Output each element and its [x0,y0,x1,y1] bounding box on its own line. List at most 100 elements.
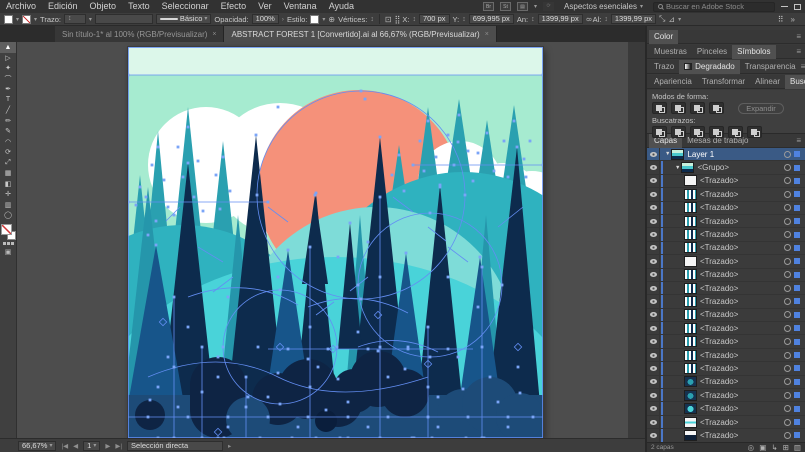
artboard[interactable] [128,47,543,438]
prev-artboard-button[interactable]: ◀ [73,442,78,450]
layer-name[interactable]: <Trazado> [700,203,738,212]
workspace-switcher[interactable]: Aspectos esenciales ▾ [560,2,647,11]
visibility-toggle[interactable] [647,215,660,227]
target-circle[interactable] [784,151,791,158]
visibility-toggle[interactable] [647,269,660,281]
opacity-field[interactable]: 100% [252,14,279,24]
pencil-tool[interactable]: ✎ [0,126,16,137]
canvas[interactable] [17,42,628,438]
eraser-tool[interactable]: ◠ [0,137,16,148]
excluir-button[interactable] [709,102,724,114]
layer-row[interactable]: <Trazado> [647,309,805,322]
width-profile-dropdown[interactable] [95,14,153,24]
close-icon[interactable]: × [485,31,489,38]
visibility-toggle[interactable] [647,362,660,374]
visibility-toggle[interactable] [647,335,660,347]
layer-name[interactable]: <Trazado> [700,391,738,400]
stroke-weight-field[interactable]: ↕ [64,14,86,24]
lasso-tool[interactable]: ⌒ [0,74,16,85]
menu-item-archivo[interactable]: Archivo [0,0,42,13]
recortar-button[interactable] [709,126,724,138]
layer-row[interactable]: <Trazado> [647,402,805,415]
status-menu-arrow[interactable]: ▸ [228,442,231,450]
visibility-toggle[interactable] [647,255,660,267]
selection-chip[interactable] [794,272,800,278]
layer-name[interactable]: <Trazado> [700,176,738,185]
panel-tab-pinceles[interactable]: Pinceles [692,45,732,59]
selection-chip[interactable] [794,379,800,385]
menos-frente-button[interactable] [671,102,686,114]
selection-chip[interactable] [794,392,800,398]
panel-tab-alinear[interactable]: Alinear [750,75,785,89]
panel-tab-símbolos[interactable]: Símbolos [732,45,775,59]
window-minimize-button[interactable] [781,6,788,7]
layer-row[interactable]: <Trazado> [647,188,805,201]
chevron-down-icon[interactable]: ▾ [678,16,681,23]
zoom-level-field[interactable]: 66,67%▾ [18,441,56,451]
layer-name[interactable]: <Grupo> [697,163,729,172]
search-input[interactable]: Buscar en Adobe Stock [653,2,775,12]
target-circle[interactable] [784,405,791,412]
isolate-selection-icon[interactable]: ⊡ [385,15,392,24]
menu-item-texto[interactable]: Texto [122,0,156,13]
panel-tab-degradado[interactable]: Degradado [679,60,740,74]
panel-tab-transparencia[interactable]: Transparencia [740,60,801,74]
x-field[interactable]: 700 px [419,14,450,24]
visibility-toggle[interactable] [647,175,660,187]
visibility-toggle[interactable] [647,228,660,240]
visibility-toggle[interactable] [647,242,660,254]
selection-chip[interactable] [794,232,800,238]
target-circle[interactable] [784,231,791,238]
visibility-toggle[interactable] [647,202,660,214]
stepper-icon[interactable]: ↕ [462,16,466,23]
panel-tab-color[interactable]: Color [649,30,678,44]
selection-chip[interactable] [794,339,800,345]
arrange-documents-icon[interactable]: ▤ [517,2,528,11]
stepper-icon[interactable]: ↕ [531,16,535,23]
visibility-toggle[interactable] [647,188,660,200]
visibility-toggle[interactable] [647,282,660,294]
target-circle[interactable] [784,311,791,318]
layer-name[interactable]: <Trazado> [700,351,738,360]
panel-tab-muestras[interactable]: Muestras [649,45,692,59]
visibility-toggle[interactable] [647,161,660,173]
layer-row[interactable]: <Trazado> [647,429,805,442]
bridge-icon[interactable]: Br [483,2,494,11]
close-icon[interactable]: × [212,31,216,38]
menu-item-efecto[interactable]: Efecto [215,0,253,13]
shear-icon[interactable]: ⊿ [668,15,675,24]
target-circle[interactable] [784,378,791,385]
chevron-right-icon[interactable]: › [282,16,284,23]
collapse-panels-icon[interactable]: » [791,15,795,24]
visibility-toggle[interactable] [647,429,660,441]
layer-name[interactable]: <Trazado> [700,297,738,306]
layer-row[interactable]: <Trazado> [647,416,805,429]
y-field[interactable]: 699,995 px [469,14,514,24]
selection-chip[interactable] [794,365,800,371]
layer-row[interactable]: <Trazado> [647,322,805,335]
selection-chip[interactable] [794,165,800,171]
layer-name[interactable]: <Trazado> [700,310,738,319]
panel-menu-icon[interactable]: ≡ [801,62,805,71]
target-circle[interactable] [784,392,791,399]
paint-mode-buttons[interactable] [3,242,14,245]
stroke-color-swatch[interactable] [22,15,31,24]
layer-row[interactable]: <Trazado> [647,349,805,362]
first-artboard-button[interactable]: |◀ [61,442,68,450]
selection-chip[interactable] [794,178,800,184]
link-dimensions-icon[interactable]: 8 [584,17,591,21]
chevron-down-icon[interactable]: ▾ [34,16,37,23]
layer-row[interactable]: <Trazado> [647,362,805,375]
unificar-button[interactable] [652,102,667,114]
layer-row[interactable]: <Trazado> [647,228,805,241]
menos-fondo-button[interactable] [747,126,762,138]
visibility-toggle[interactable] [647,295,660,307]
height-field[interactable]: 1399,99 px [611,14,656,24]
selection-chip[interactable] [794,285,800,291]
selection-chip[interactable] [794,406,800,412]
stock-icon[interactable]: St [500,2,511,11]
fill-proxy-swatch[interactable] [1,224,12,235]
screen-mode-icon[interactable]: ▣ [5,248,12,256]
selection-chip[interactable] [794,312,800,318]
target-circle[interactable] [784,177,791,184]
